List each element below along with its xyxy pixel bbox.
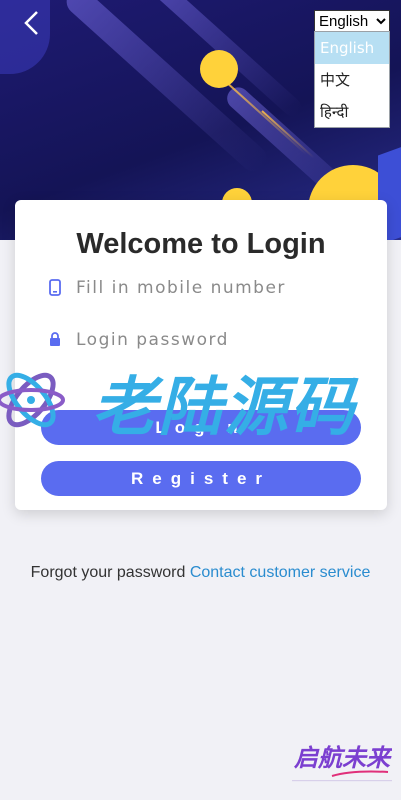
hero-ball-decoration [200, 50, 238, 88]
contact-customer-service-link[interactable]: Contact customer service [190, 564, 371, 581]
login-card: Welcome to Login Login Register [15, 200, 387, 510]
stamp-logo-icon: 启航未来 [292, 744, 392, 782]
password-input[interactable] [76, 325, 356, 355]
chevron-left-icon [24, 11, 38, 35]
language-dropdown-menu: English 中文 हिन्दी [314, 31, 390, 128]
mobile-field [49, 273, 359, 303]
language-select[interactable]: English [314, 10, 390, 32]
page-title: Welcome to Login [76, 228, 326, 260]
mobile-number-input[interactable] [76, 273, 356, 303]
svg-text:启航未来: 启航未来 [293, 744, 392, 772]
password-field [49, 325, 359, 355]
register-button[interactable]: Register [41, 461, 361, 496]
mobile-phone-icon [49, 279, 61, 296]
language-option-chinese[interactable]: 中文 [315, 64, 389, 96]
forgot-password-row: Forgot your password Contact customer se… [0, 564, 401, 582]
lock-icon [50, 332, 60, 346]
login-button[interactable]: Login [41, 410, 361, 445]
forgot-password-text: Forgot your password [30, 564, 186, 581]
language-option-hindi[interactable]: हिन्दी [315, 96, 389, 128]
language-option-english[interactable]: English [315, 32, 389, 64]
